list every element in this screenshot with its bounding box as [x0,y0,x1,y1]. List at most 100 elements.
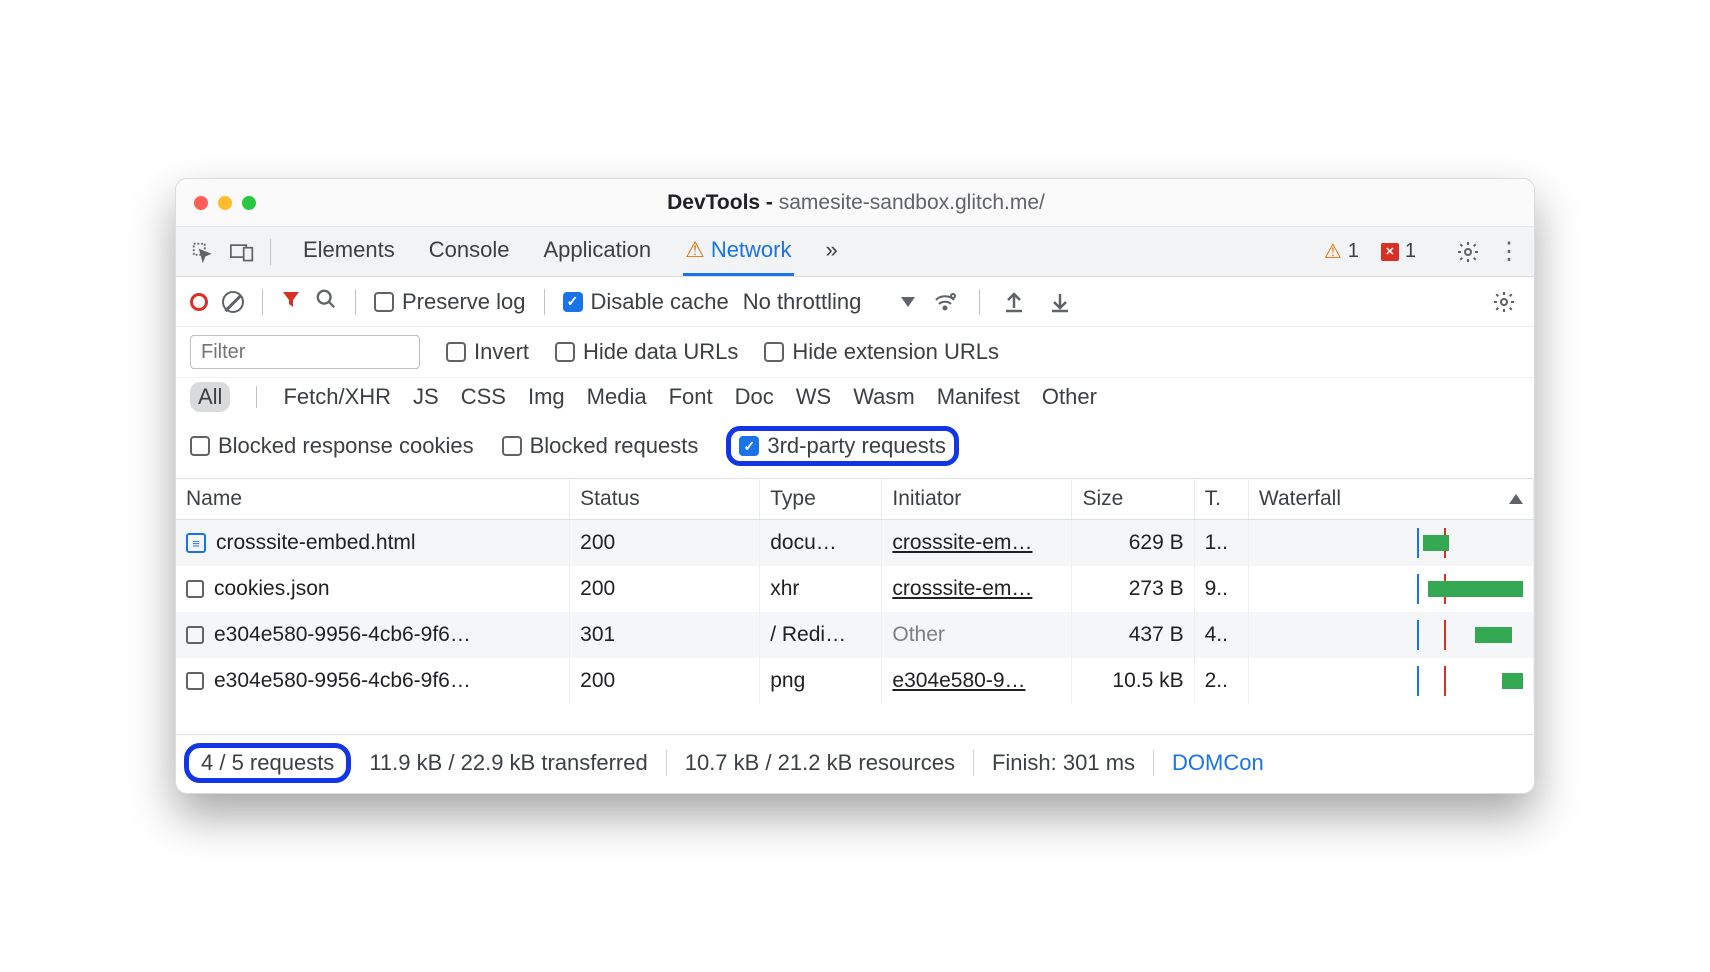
inspect-icon[interactable] [186,236,218,268]
filter-all[interactable]: All [190,382,230,412]
requests-table: Name Status Type Initiator Size T. Water… [176,478,1534,704]
size: 10.5 kB [1072,658,1194,704]
filter-wasm[interactable]: Wasm [853,384,915,410]
status-bar: 4 / 5 requests 11.9 kB / 22.9 kB transfe… [176,734,1534,793]
filter-ws[interactable]: WS [796,384,831,410]
initiator-link[interactable]: crosssite-em… [892,577,1032,600]
request-name: e304e580-9956-4cb6-9f6… [214,623,471,647]
col-name[interactable]: Name [176,479,570,520]
disable-cache-checkbox[interactable]: Disable cache [563,289,729,315]
third-party-requests-checkbox[interactable]: 3rd-party requests [739,433,946,459]
table-row[interactable]: crosssite-embed.html 200 docu… crosssite… [176,520,1534,567]
window-title: DevTools - samesite-sandbox.glitch.me/ [256,191,1456,215]
resource-type: xhr [760,566,882,612]
requests-count: 4 / 5 requests [184,743,351,783]
hide-extension-urls-checkbox[interactable]: Hide extension URLs [764,339,999,365]
col-type[interactable]: Type [760,479,882,520]
chevron-down-icon [901,297,915,307]
warning-count: 1 [1348,240,1359,263]
titlebar: DevTools - samesite-sandbox.glitch.me/ [176,179,1534,227]
network-conditions-icon[interactable] [929,286,961,318]
time: 2.. [1194,658,1248,704]
table-header: Name Status Type Initiator Size T. Water… [176,479,1534,520]
filter-icon[interactable] [281,289,301,315]
export-har-icon[interactable] [998,286,1030,318]
initiator-link[interactable]: crosssite-em… [892,531,1032,554]
filter-bar: Invert Hide data URLs Hide extension URL… [176,327,1534,378]
tab-elements[interactable]: Elements [301,227,397,276]
record-button[interactable] [190,293,208,311]
request-name: e304e580-9956-4cb6-9f6… [214,669,471,693]
waterfall-bar [1259,666,1523,696]
initiator-text: Other [892,623,945,646]
request-name: crosssite-embed.html [216,531,416,555]
filter-js[interactable]: JS [413,384,439,410]
throttling-select[interactable]: No throttling [743,289,916,315]
clear-button[interactable] [222,291,244,313]
waterfall-bar [1259,574,1523,604]
time: 9.. [1194,566,1248,612]
domcontentloaded-link[interactable]: DOMCon [1154,750,1282,776]
import-har-icon[interactable] [1044,286,1076,318]
col-time[interactable]: T. [1194,479,1248,520]
status-code: 200 [570,566,760,612]
status-code: 200 [570,520,760,567]
filter-img[interactable]: Img [528,384,565,410]
filter-font[interactable]: Font [669,384,713,410]
resource-type: / Redi… [760,612,882,658]
hide-data-urls-checkbox[interactable]: Hide data URLs [555,339,738,365]
initiator-link[interactable]: e304e580-9… [892,669,1025,692]
tab-application[interactable]: Application [541,227,653,276]
filter-css[interactable]: CSS [461,384,506,410]
filter-input[interactable] [190,335,420,369]
finish-time: Finish: 301 ms [974,750,1154,776]
search-icon[interactable] [315,288,337,316]
blocked-cookies-checkbox[interactable]: Blocked response cookies [190,433,474,459]
col-status[interactable]: Status [570,479,760,520]
table-row[interactable]: cookies.json 200 xhr crosssite-em… 273 B… [176,566,1534,612]
col-waterfall[interactable]: Waterfall [1248,479,1533,520]
file-icon [186,626,204,644]
close-icon[interactable] [194,196,208,210]
preserve-log-checkbox[interactable]: Preserve log [374,289,526,315]
filter-media[interactable]: Media [587,384,647,410]
table-row[interactable]: e304e580-9956-4cb6-9f6… 200 png e304e580… [176,658,1534,704]
resource-type-filters: All Fetch/XHR JS CSS Img Media Font Doc … [176,378,1534,422]
waterfall-bar [1259,620,1523,650]
error-count: 1 [1405,240,1416,263]
size: 629 B [1072,520,1194,567]
col-initiator[interactable]: Initiator [882,479,1072,520]
blocked-requests-checkbox[interactable]: Blocked requests [502,433,699,459]
warning-icon[interactable]: ⚠ [1324,239,1342,264]
status-code: 200 [570,658,760,704]
tab-more[interactable]: » [824,227,840,276]
col-size[interactable]: Size [1072,479,1194,520]
devtools-window: DevTools - samesite-sandbox.glitch.me/ E… [175,178,1535,794]
fullscreen-icon[interactable] [242,196,256,210]
size: 437 B [1072,612,1194,658]
resources-size: 10.7 kB / 21.2 kB resources [667,750,974,776]
filter-doc[interactable]: Doc [735,384,774,410]
time: 1.. [1194,520,1248,567]
device-toggle-icon[interactable] [226,236,258,268]
tab-network[interactable]: ⚠Network [683,227,793,276]
table-row[interactable]: e304e580-9956-4cb6-9f6… 301 / Redi… Othe… [176,612,1534,658]
menu-icon[interactable]: ⋮ [1492,236,1524,268]
settings-icon[interactable] [1452,236,1484,268]
tab-console[interactable]: Console [427,227,512,276]
error-icon[interactable] [1381,243,1399,261]
devtools-tabs: Elements Console Application ⚠Network » … [176,227,1534,277]
file-icon [186,672,204,690]
network-settings-icon[interactable] [1488,286,1520,318]
filter-fetch[interactable]: Fetch/XHR [283,384,391,410]
options-bar: Blocked response cookies Blocked request… [176,422,1534,478]
invert-checkbox[interactable]: Invert [446,339,529,365]
filter-manifest[interactable]: Manifest [937,384,1020,410]
status-code: 301 [570,612,760,658]
filter-other[interactable]: Other [1042,384,1097,410]
time: 4.. [1194,612,1248,658]
request-name: cookies.json [214,577,330,601]
transferred-size: 11.9 kB / 22.9 kB transferred [351,750,666,776]
minimize-icon[interactable] [218,196,232,210]
window-controls [194,196,256,210]
